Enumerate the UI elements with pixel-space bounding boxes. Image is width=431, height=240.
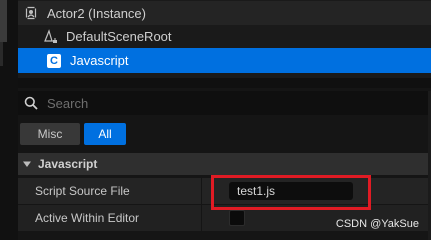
actor-icon: [23, 5, 39, 21]
tree-item-javascript-label: Javascript: [70, 53, 129, 68]
property-label: Active Within Editor: [35, 211, 140, 225]
search-input[interactable]: Search: [47, 96, 88, 111]
tree-item-default-scene-root[interactable]: DefaultSceneRoot: [18, 24, 431, 48]
search-box[interactable]: Search: [18, 91, 431, 115]
viewport-thumbnail-shadow: [0, 42, 3, 66]
viewport-thumbnail: [0, 0, 7, 42]
script-component-glyph: C: [47, 53, 61, 68]
scene-component-icon: [42, 28, 58, 44]
section-title: Javascript: [38, 157, 98, 171]
tree-item-javascript[interactable]: C Javascript: [18, 48, 431, 73]
search-icon: [23, 95, 39, 111]
tree-item-actor[interactable]: Actor2 (Instance): [18, 1, 431, 25]
left-panel-edge: [0, 0, 18, 240]
component-tree: Actor2 (Instance) DefaultSceneRoot C Jav…: [18, 0, 431, 78]
tree-item-actor-label: Actor2 (Instance): [47, 5, 146, 21]
column-splitter[interactable]: [201, 175, 202, 240]
category-filter-bar: Misc All: [18, 120, 431, 148]
panel-divider: [18, 78, 431, 88]
section-header-javascript[interactable]: Javascript: [18, 153, 431, 175]
script-component-icon: C: [46, 53, 62, 69]
category-button-misc[interactable]: Misc: [20, 123, 80, 145]
category-button-all[interactable]: All: [84, 123, 126, 145]
active-within-editor-checkbox[interactable]: [229, 210, 245, 226]
details-panel-window: Actor2 (Instance) DefaultSceneRoot C Jav…: [0, 0, 431, 240]
chevron-down-icon: [22, 159, 32, 169]
watermark-text: CSDN @YakSue: [335, 218, 419, 230]
tree-item-default-scene-root-label: DefaultSceneRoot: [66, 28, 172, 44]
property-label: Script Source File: [35, 184, 130, 198]
annotation-highlight-box: [211, 175, 371, 210]
